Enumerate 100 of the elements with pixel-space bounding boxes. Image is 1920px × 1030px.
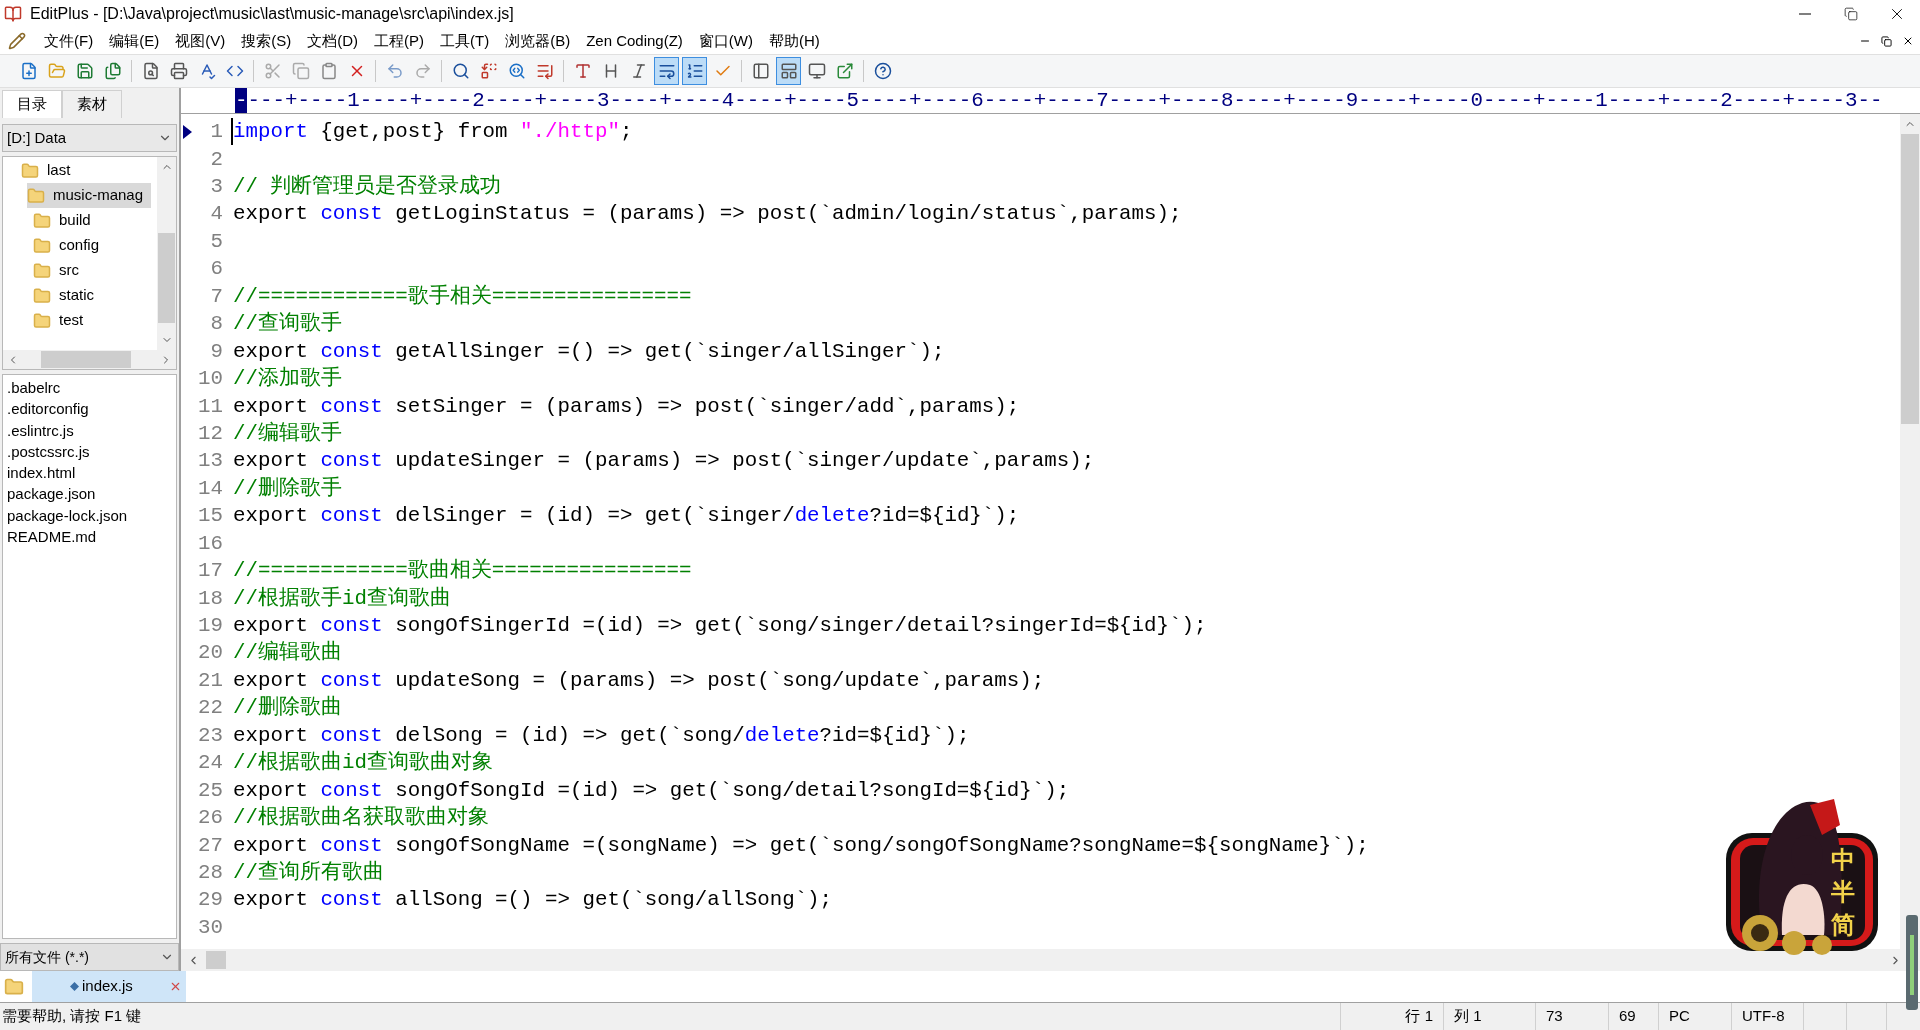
goto-line-icon — [535, 62, 554, 80]
line-number: 15 — [198, 503, 224, 530]
line-number: 27 — [198, 832, 224, 859]
external-window-icon — [835, 62, 854, 80]
status-cell-text: PC — [1669, 1006, 1690, 1027]
line-number: 24 — [198, 750, 224, 777]
code-line: export const songOfSingerId =(id) => get(`song/singer/detail?singerId=${id}`); — [233, 613, 1207, 639]
line-number: 29 — [198, 887, 224, 914]
code-line: export const getLoginStatus = (params) => post(`admin/login/status`,params); — [233, 201, 1182, 228]
menu-item[interactable]: 文档(D) — [299, 29, 366, 53]
toolbar-button[interactable] — [776, 57, 801, 85]
file-item[interactable]: package.json — [3, 483, 176, 505]
line-number: 4 — [210, 201, 224, 228]
file-item[interactable]: index.html — [3, 462, 176, 484]
menu-item[interactable]: 视图(V) — [167, 29, 234, 53]
file-item[interactable]: package-lock.json — [3, 504, 176, 527]
menu-item[interactable]: 帮助(H) — [761, 29, 828, 53]
line-number: 8 — [210, 311, 224, 338]
code-line: import {get,post} from "./http"; — [233, 119, 633, 146]
file-item[interactable]: .editorconfig — [3, 398, 176, 420]
ime-mode-label[interactable]: 半 — [1831, 879, 1855, 906]
restore-icon[interactable] — [1881, 35, 1892, 47]
tree-item[interactable]: build — [33, 208, 99, 233]
status-message: 需要帮助, 请按 F1 键 — [1, 1006, 142, 1027]
folder-icon — [4, 976, 24, 997]
code-line: export const delSong = (id) => get(`song/delete?id=${id}`); — [233, 722, 970, 749]
app-icon — [4, 5, 22, 23]
menu-item[interactable]: 编辑(E) — [101, 29, 168, 53]
horizontal-scrollbar[interactable] — [3, 350, 176, 369]
scroll-thumb[interactable] — [158, 233, 175, 323]
find-in-files-icon — [507, 62, 526, 80]
vertical-scrollbar[interactable] — [157, 157, 176, 350]
minimize-icon — [1799, 13, 1811, 15]
close-tab-icon[interactable] — [169, 980, 182, 993]
menu-item[interactable]: 浏览器(B) — [497, 29, 579, 53]
close-icon[interactable] — [1902, 35, 1914, 47]
line-number: 12 — [198, 420, 224, 447]
pencil-icon — [8, 32, 26, 50]
sidebar-tab[interactable]: 素材 — [62, 90, 122, 118]
folder-icon — [33, 211, 51, 230]
copy-icon — [291, 62, 310, 80]
file-item[interactable]: .postcssrc.js — [3, 440, 176, 463]
toolbar-button[interactable] — [654, 57, 679, 85]
toolbar-button[interactable] — [682, 57, 707, 85]
code-line: //============歌手相关================ — [233, 283, 692, 310]
status-cell-text: 行 1 — [1405, 1006, 1433, 1027]
horizontal-scrollbar[interactable] — [181, 949, 1920, 971]
help-icon — [873, 62, 892, 80]
code-line: //添加歌手 — [233, 365, 342, 393]
ruler-cursor: - — [235, 88, 248, 113]
tree-item[interactable]: test — [33, 308, 92, 333]
window-title: EditPlus - [D:\Java\project\music\last\music-manage\src\api\index.js] — [30, 4, 514, 24]
menu-item[interactable]: Zen Coding(Z) — [578, 29, 691, 53]
print-preview-icon — [141, 62, 160, 80]
line-number: 2 — [210, 146, 224, 173]
line-number: 18 — [198, 585, 224, 612]
line-number: 19 — [198, 613, 224, 639]
panel-icon — [751, 62, 770, 80]
line-number: 16 — [198, 530, 224, 557]
file-item[interactable]: .babelrc — [3, 377, 176, 399]
file-item[interactable]: .eslintrc.js — [3, 419, 176, 441]
cut-icon — [263, 62, 282, 80]
tree-item[interactable]: src — [33, 258, 87, 283]
scroll-thumb[interactable] — [1901, 134, 1919, 424]
ime-mode-label[interactable]: 中 — [1831, 847, 1855, 874]
document-tab[interactable]: index.js — [32, 971, 186, 1002]
scroll-thumb[interactable] — [41, 351, 131, 368]
code-line: //============歌曲相关================ — [233, 557, 692, 585]
ime-mode-label[interactable]: 简 — [1831, 911, 1855, 939]
scroll-thumb[interactable] — [206, 951, 226, 969]
file-filter-dropdown[interactable]: 所有文件 (*.*) — [0, 943, 179, 971]
print-icon — [169, 62, 188, 80]
menu-item[interactable]: 搜索(S) — [233, 29, 300, 53]
line-number: 6 — [210, 256, 224, 283]
tree-item[interactable]: last — [21, 158, 79, 183]
tree-item[interactable]: static — [33, 283, 102, 308]
code-line: //删除歌曲 — [233, 694, 342, 722]
menu-item[interactable]: 文件(F) — [36, 29, 102, 53]
folder-icon — [33, 236, 51, 255]
code-line: //编辑歌曲 — [233, 639, 342, 667]
save-icon — [75, 62, 94, 80]
file-item[interactable]: README.md — [3, 526, 176, 548]
tree-item[interactable]: music-manag — [27, 183, 152, 208]
menu-item[interactable]: 窗口(W) — [690, 29, 761, 53]
tree-item[interactable]: config — [33, 233, 108, 258]
menu-item[interactable]: 工程(P) — [366, 29, 432, 53]
code-line: //根据歌曲id查询歌曲对象 — [233, 749, 493, 777]
paste-icon — [319, 62, 338, 80]
sidebar-tab[interactable]: 目录 — [2, 90, 62, 118]
menu-item[interactable]: 工具(T) — [432, 29, 498, 53]
line-number: 10 — [198, 366, 224, 393]
code-line: export const songOfSongId =(id) => get(`song/detail?songId=${id}`); — [233, 777, 1070, 804]
folder-icon — [27, 186, 45, 205]
status-cell-text: 列 1 — [1454, 1006, 1482, 1027]
code-line: // 判断管理员是否登录成功 — [233, 173, 502, 200]
drive-dropdown[interactable]: [D:] Data — [2, 124, 177, 152]
code-line: //查询所有歌曲 — [233, 859, 384, 886]
line-number: 11 — [198, 393, 224, 420]
line-number: 21 — [198, 667, 224, 694]
vertical-scrollbar[interactable] — [1900, 114, 1920, 949]
